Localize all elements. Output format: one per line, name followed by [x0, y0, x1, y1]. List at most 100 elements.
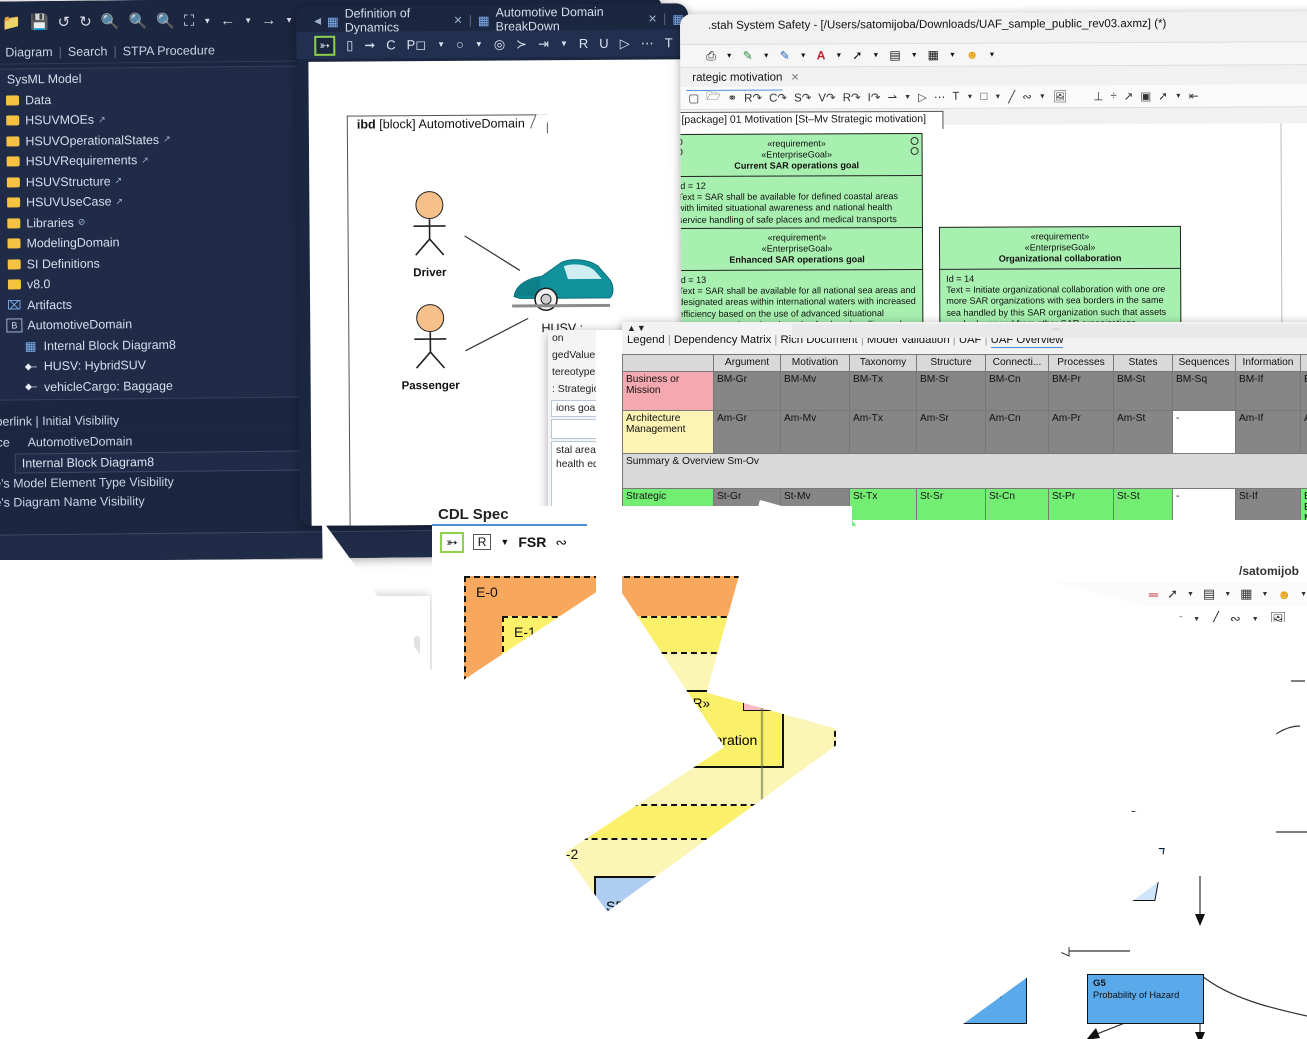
winC-format-toolbar[interactable]: ⎙ ▼ ✎ ▼ ✎ ▼ A ▼ ➚ ▼ ▤ ▼ ▦ ▼ ☻ ▼	[680, 41, 1307, 68]
winB-diagram-tabs[interactable]: ◀ ▦ Definition of Dynamics ✕ | ▦ Automot…	[296, 3, 688, 35]
tab-stpa-procedure[interactable]: STPA Procedure	[123, 43, 215, 58]
tab-strategic-motivation[interactable]: rategic motivation	[686, 69, 783, 91]
tab-diagram[interactable]: Diagram	[5, 45, 52, 59]
chevron-down-icon[interactable]: ▼	[203, 16, 211, 25]
uaf-col-header[interactable]: Sequences	[1172, 354, 1236, 372]
uaf-cell[interactable]: BM-If	[1235, 371, 1301, 411]
note-anchor-icon[interactable]: ⋯	[641, 35, 654, 51]
indent-icon[interactable]: ⇤	[1189, 89, 1199, 103]
uaf-col-header[interactable]: Motivation	[780, 354, 850, 372]
uaf-col-header[interactable]: Connecti...	[985, 354, 1049, 372]
curve-icon[interactable]: ∾	[1230, 611, 1241, 627]
note2-icon[interactable]: ▷	[918, 90, 927, 104]
note-icon[interactable]: ▢	[688, 91, 699, 105]
align-icon[interactable]: ⊥	[1093, 89, 1103, 103]
capability-icon[interactable]: C↷	[769, 91, 787, 105]
uaf-cell[interactable]: En-Pm-E/Me-Pm-M/Rk-Pm-R	[1300, 488, 1307, 528]
gsn-node-G5[interactable]: G5 Probability of Hazard	[1087, 974, 1204, 1024]
line-color-icon[interactable]: ✎	[780, 49, 790, 63]
image-icon[interactable]: 🖼	[1270, 611, 1287, 627]
scdl-tree-item-scdl-specification[interactable]: ▦ SCDL Specification	[18, 645, 430, 670]
scroll-left-icon[interactable]: ◀	[314, 15, 321, 26]
dashes-icon[interactable]: ⋯	[934, 90, 946, 104]
distribute-icon[interactable]: ÷	[1110, 90, 1116, 102]
actor-passenger[interactable]: Passenger	[400, 303, 461, 392]
uaf-col-header[interactable]: Parameters	[1300, 354, 1307, 372]
arrow-icon[interactable]: ⇀	[887, 90, 897, 104]
uaf-cell[interactable]: Am-Pr	[1048, 410, 1114, 454]
text-icon[interactable]: T	[665, 35, 673, 50]
uaf-cell[interactable]: Am-Mv	[780, 410, 850, 454]
close-icon[interactable]: ✕	[648, 12, 657, 25]
prop-tab-initial-visibility[interactable]: Initial Visibility	[42, 413, 119, 428]
zoom-out-icon[interactable]: 🔍	[156, 12, 175, 30]
view-icon[interactable]: V↷	[818, 90, 835, 104]
information-icon[interactable]: I↷	[868, 90, 881, 104]
line-icon[interactable]: ➚	[1167, 586, 1178, 602]
redo-icon[interactable]: ↻	[79, 13, 92, 31]
zoom-in-icon[interactable]: 🔍	[101, 12, 120, 30]
stereotype-icon[interactable]: ▦	[928, 48, 939, 62]
tab-dependency-matrix[interactable]: Dependency Matrix	[674, 334, 771, 346]
save-icon[interactable]: 💾	[30, 13, 49, 31]
connector-icon[interactable]: ➚	[1158, 89, 1168, 103]
panel-splitter[interactable]: ⋯	[792, 324, 1307, 338]
copy-style-icon[interactable]: ⎙	[706, 48, 716, 63]
uaf-cell[interactable]: Am-If	[1235, 410, 1301, 454]
uaf-cell[interactable]: St-If	[1235, 488, 1301, 528]
uaf-col-header[interactable]	[622, 354, 714, 372]
uaf-cell[interactable]: -	[1172, 410, 1236, 454]
scdl-tree-item-calculate-redundant-amount-of-control[interactable]: R Calculate redundant amount of control	[18, 720, 430, 745]
requirement-node-3[interactable]: «requirement» «EnterpriseGoal» Organizat…	[938, 225, 1182, 336]
uaf-cell[interactable]: St-Pr	[1048, 488, 1114, 528]
uaf-cell[interactable]: St-Cn	[985, 488, 1049, 528]
prop-tab-hyperlink[interactable]: Hyperlink	[0, 414, 32, 429]
package-icon[interactable]: 🗁	[706, 88, 720, 107]
note-icon[interactable]: ▷	[620, 35, 630, 51]
chevron-down-icon[interactable]: ▼	[475, 40, 483, 49]
line-icon[interactable]: ╱	[1008, 90, 1015, 104]
uaf-col-header[interactable]: States	[1113, 354, 1173, 372]
chevron-down-icon[interactable]: ▼	[244, 15, 252, 24]
tab-definition-of-dynamics[interactable]: Definition of Dynamics	[345, 6, 448, 35]
emoji-icon[interactable]: ☻	[1277, 587, 1291, 602]
select-arrow-icon[interactable]: ➳	[440, 531, 464, 553]
emoji-icon[interactable]: ☻	[966, 48, 979, 62]
tab-search[interactable]: Search	[68, 44, 108, 58]
requirement-tool-icon[interactable]: R	[472, 534, 492, 550]
fsr-tool-label[interactable]: FSR	[518, 534, 546, 550]
uaf-cell[interactable]: BM-Tx	[849, 371, 917, 411]
dependency-icon[interactable]: ⇥	[538, 36, 549, 52]
uaf-cell[interactable]: BM-Pm	[1300, 371, 1307, 411]
rectangle-icon[interactable]: ▯	[346, 37, 353, 53]
winG-toolbar[interactable]: ➳ R ▼ FSR ∾	[432, 528, 567, 556]
risk-icon[interactable]: R↷	[843, 90, 861, 104]
uaf-cell[interactable]: Am-Sr	[916, 410, 986, 454]
winC-canvas[interactable]: [package] 01 Motivation [St–Mv Strategic…	[680, 110, 1307, 354]
scdl-tree-item-calculate-amount-of-control[interactable]: R Calculate amount of control	[18, 695, 430, 720]
close-icon[interactable]: ✕	[791, 72, 799, 83]
uaf-cell[interactable]: Am-Cn	[985, 410, 1049, 454]
back-icon[interactable]: ←	[220, 12, 235, 29]
fill-color-icon[interactable]: ✎	[743, 49, 753, 63]
flow-port-icon[interactable]: ◎	[494, 36, 505, 52]
line-style-icon[interactable]: ➚	[852, 48, 862, 62]
uaf-cell[interactable]: BM-Gr	[713, 371, 781, 411]
port-icon[interactable]: ➞	[364, 37, 375, 53]
uaf-col-header[interactable]: Argument	[713, 354, 781, 372]
select-arrow-icon[interactable]: ➳	[314, 35, 336, 56]
scdl-tree-item-scdl-specification[interactable]: SCDL Specification	[18, 620, 430, 645]
uaf-cell[interactable]: BM-St	[1113, 371, 1173, 411]
uaf-col-header[interactable]: Taxonomy	[849, 354, 917, 372]
image-icon[interactable]: 🖼	[1053, 89, 1068, 103]
actor-icon[interactable]: ⚭	[727, 91, 737, 105]
uaf-cell[interactable]: BM-Cn	[985, 371, 1049, 411]
font-color-icon[interactable]: A	[817, 48, 826, 62]
uaf-row[interactable]: Business or Mission BM-Gr BM-Mv BM-Tx BM-Sr B…	[622, 371, 1307, 411]
zoom-fit-icon[interactable]: 🔍	[128, 12, 147, 30]
open-icon[interactable]: 📁	[2, 13, 21, 31]
undo-icon[interactable]: ↺	[57, 13, 71, 31]
chevron-down-icon[interactable]: ▼	[560, 39, 568, 48]
uaf-cell[interactable]: BM-Sr	[916, 371, 986, 411]
resource-icon[interactable]: R↷	[744, 91, 762, 105]
